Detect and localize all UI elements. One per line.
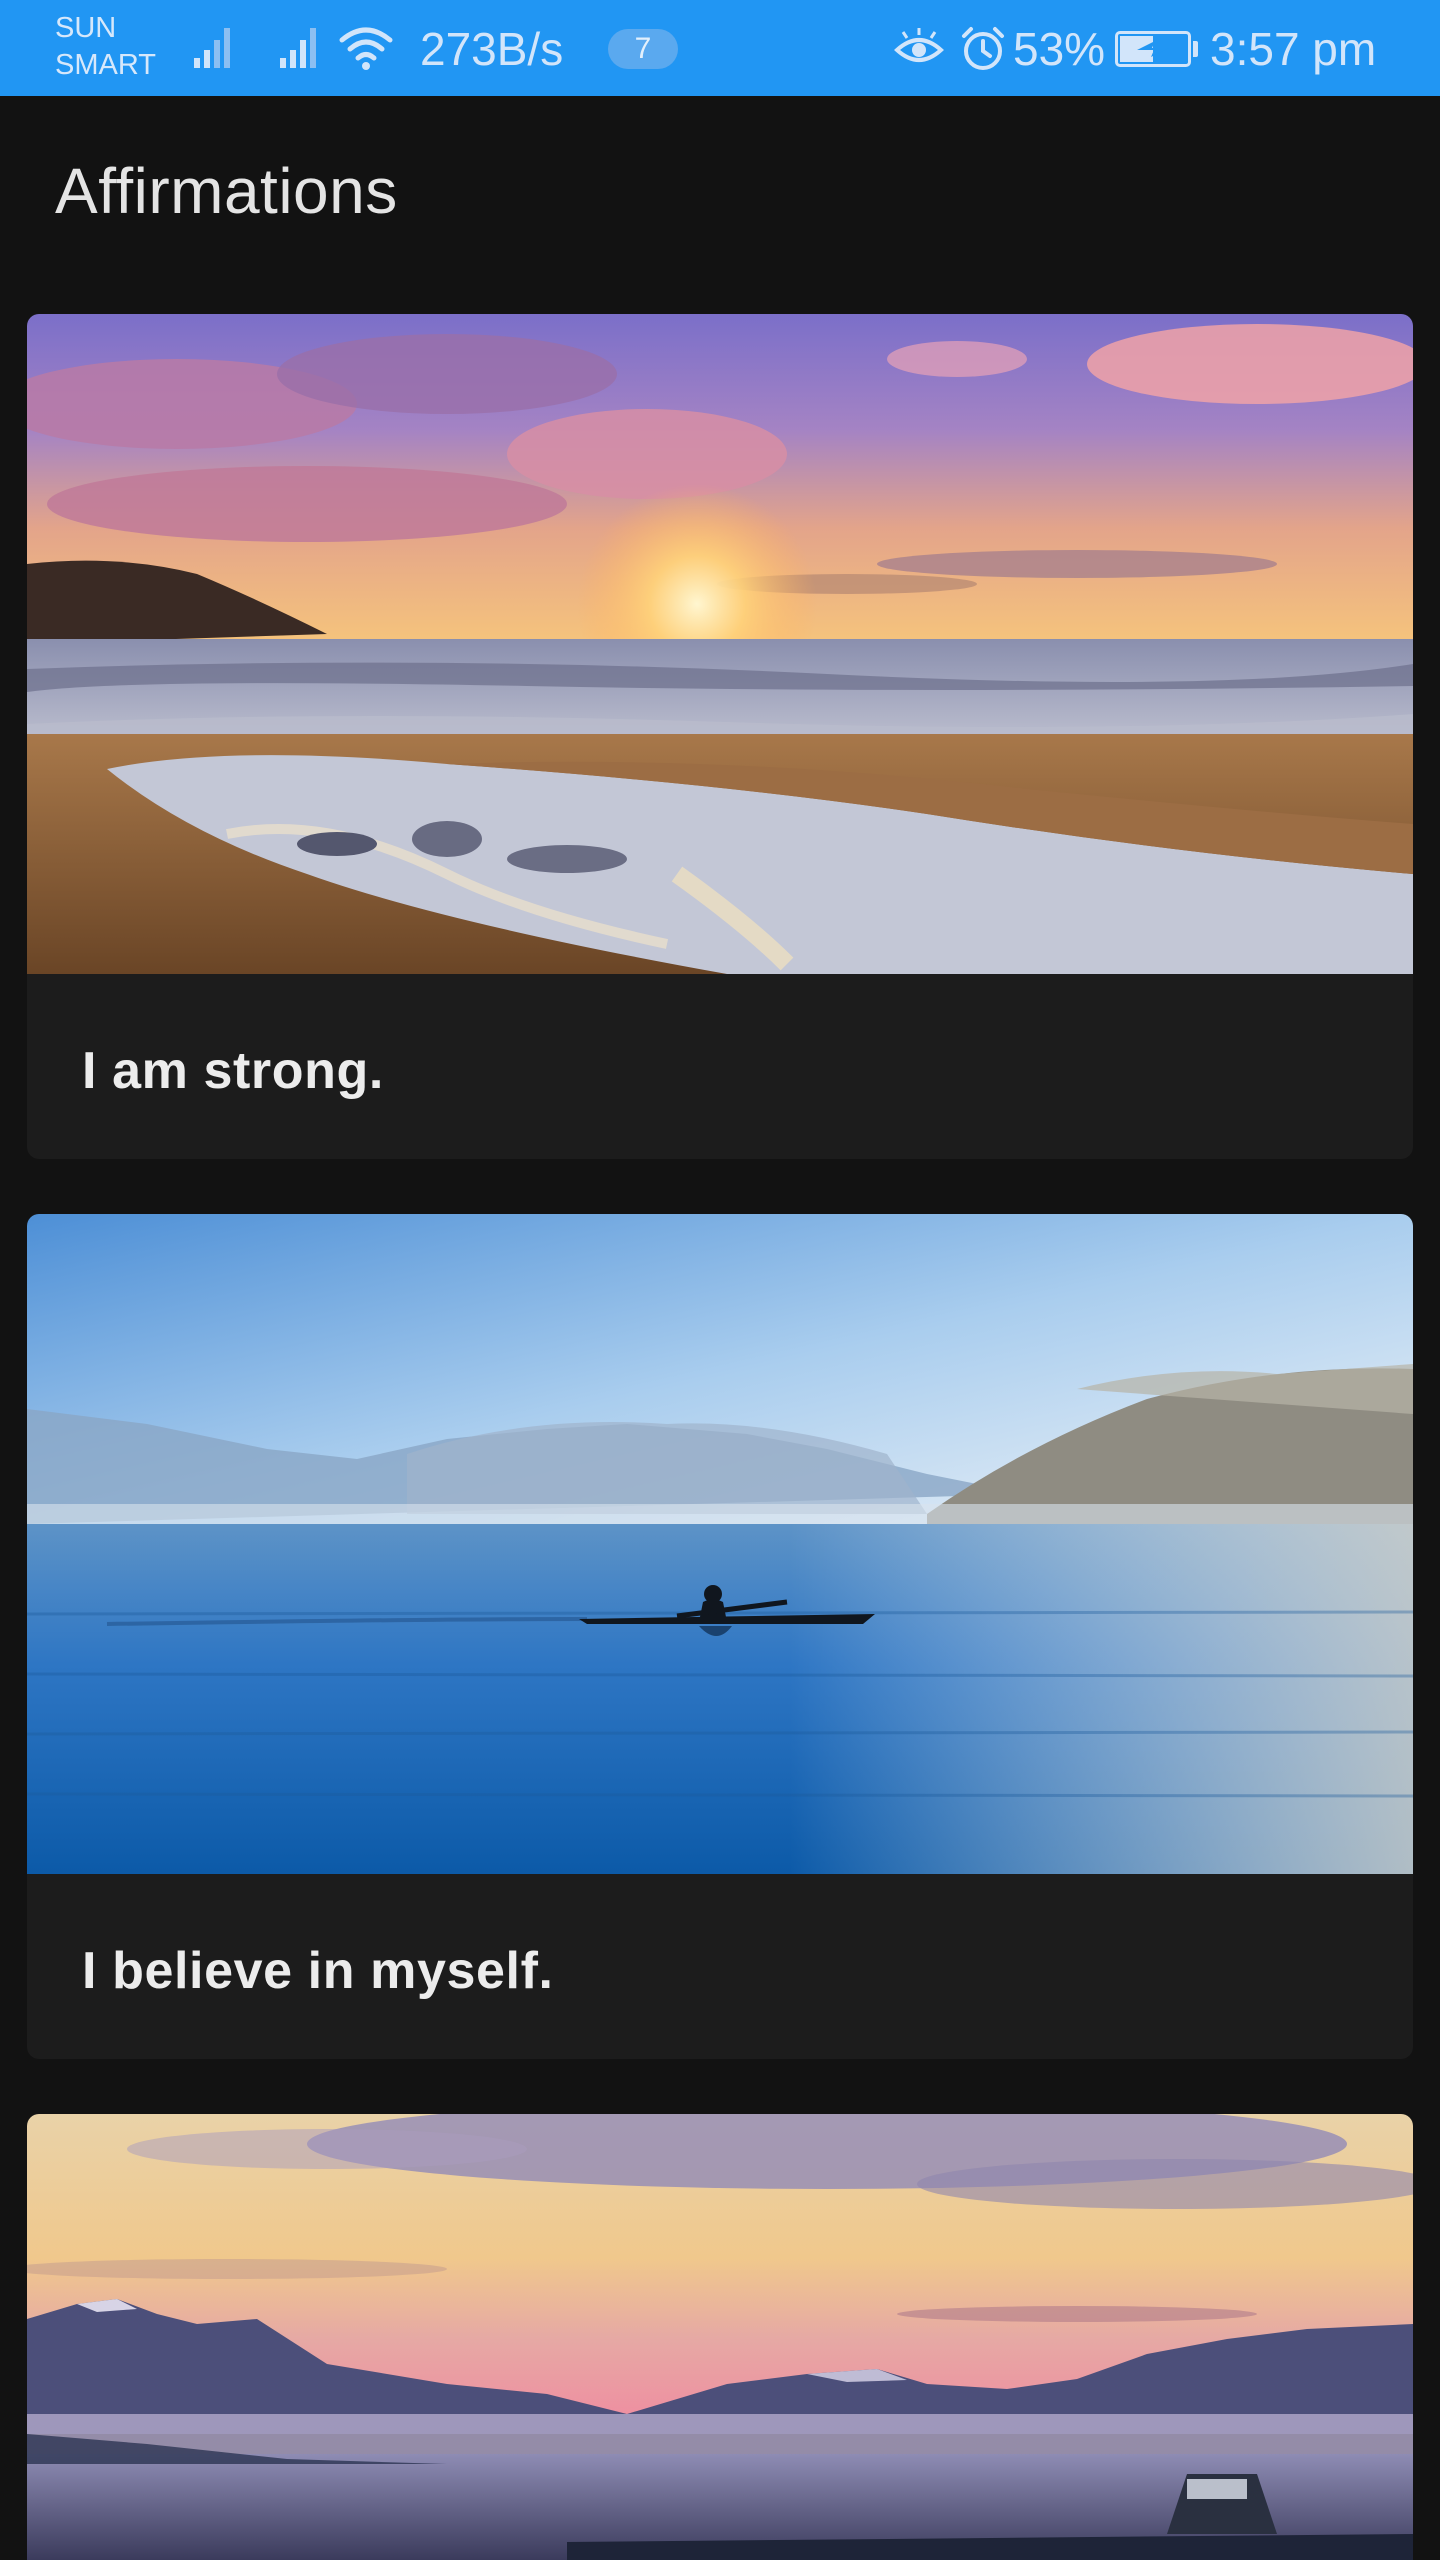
carrier-line-2: SMART [55,49,156,81]
status-bar: SUN SMART 273B/s 7 53% 3:57 pm [0,0,1440,96]
network-speed: 273B/s [420,23,564,75]
charging-bolt-icon [1137,41,1169,57]
page-title: Affirmations [55,155,398,227]
mountain-lake-dusk-image [27,2114,1413,2560]
affirmation-card[interactable] [27,2114,1413,2560]
clock: 3:57 pm [1210,23,1377,75]
battery-tip [1193,41,1198,57]
battery-percent: 53% [1013,23,1106,75]
alarm-icon [962,27,1004,70]
affirmation-card[interactable]: I am strong. [27,314,1413,1159]
carrier-name: SUN SMART [55,10,156,84]
signal-icon [194,28,230,68]
beach-sunset-image [27,314,1413,974]
lake-kayaker-image [27,1214,1413,1874]
battery-icon [1115,31,1191,67]
app-bar: Affirmations [0,96,1440,296]
signal-icon [280,28,316,68]
carrier-line-1: SUN [55,12,117,44]
notification-count-badge: 7 [608,29,678,69]
affirmation-card[interactable]: I believe in myself. [27,1214,1413,2059]
affirmation-text: I believe in myself. [82,1942,554,2000]
eye-icon [894,28,944,62]
wifi-icon [339,27,393,70]
affirmation-text: I am strong. [82,1042,384,1100]
